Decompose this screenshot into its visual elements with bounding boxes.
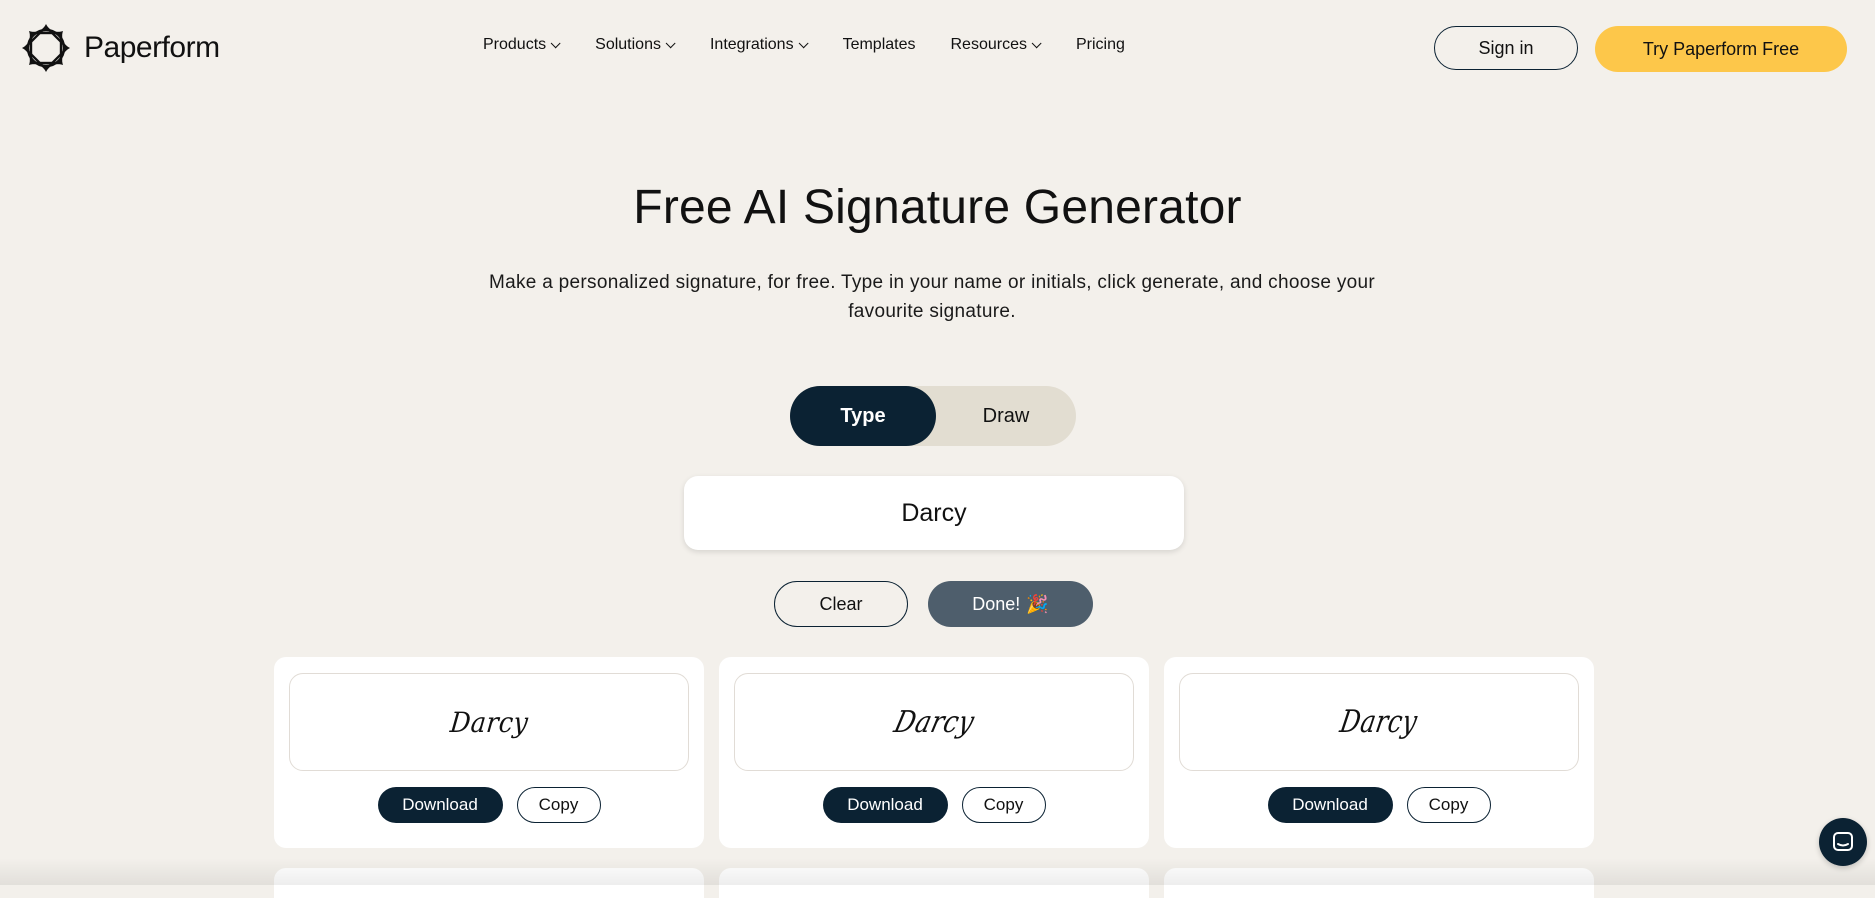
clear-button[interactable]: Clear — [774, 581, 908, 627]
download-button[interactable]: Download — [822, 787, 948, 823]
signature-text: Darcy — [448, 705, 530, 739]
chat-launcher-button[interactable] — [1819, 818, 1867, 866]
download-button[interactable]: Download — [1267, 787, 1393, 823]
nav-templates[interactable]: Templates — [843, 36, 916, 54]
done-button[interactable]: Done! 🎉 — [928, 581, 1093, 627]
signature-card-partial — [274, 868, 704, 898]
signature-preview: Darcy — [734, 673, 1134, 771]
signature-preview: Darcy — [1179, 673, 1579, 771]
signature-card: Darcy Download Copy — [1164, 657, 1594, 848]
signature-preview: Darcy — [289, 673, 689, 771]
page-subtitle: Make a personalized signature, for free.… — [488, 272, 1375, 322]
nav-solutions-label: Solutions — [595, 36, 661, 53]
nav-integrations[interactable]: Integrations — [709, 36, 809, 54]
signature-actions: Download Copy — [274, 787, 704, 823]
party-popper-icon: 🎉 — [1026, 593, 1049, 614]
paperform-logo[interactable]: Paperform — [20, 22, 220, 74]
nav-integrations-label: Integrations — [709, 36, 794, 53]
nav-resources[interactable]: Resources — [950, 36, 1042, 54]
tab-draw[interactable]: Draw — [936, 386, 1076, 446]
nav-products[interactable]: Products — [483, 36, 561, 54]
signature-text: Darcy — [890, 704, 978, 740]
paperform-logo-icon — [22, 24, 70, 72]
signature-card: Darcy Download Copy — [719, 657, 1149, 848]
logo-text: Paperform — [84, 31, 220, 64]
nav-resources-label: Resources — [950, 36, 1027, 53]
copy-button[interactable]: Copy — [961, 787, 1046, 823]
signature-actions: Download Copy — [719, 787, 1149, 823]
chevron-down-icon — [665, 37, 676, 48]
mode-toggle: Type Draw — [790, 386, 1076, 446]
signature-card-partial — [1164, 868, 1594, 898]
chevron-down-icon — [1031, 37, 1042, 48]
sign-in-button[interactable]: Sign in — [1434, 26, 1578, 70]
nav-templates-label: Templates — [842, 36, 916, 53]
signature-text: Darcy — [1337, 704, 1421, 740]
copy-button[interactable]: Copy — [1406, 787, 1491, 823]
done-button-label: Done! — [972, 593, 1021, 614]
page-title: Free AI Signature Generator — [633, 181, 1242, 234]
download-button[interactable]: Download — [377, 787, 503, 823]
copy-button[interactable]: Copy — [516, 787, 601, 823]
chevron-down-icon — [798, 37, 809, 48]
main-nav: Products Solutions Integrations Template… — [483, 36, 1125, 54]
signature-card: Darcy Download Copy — [274, 657, 704, 848]
nav-solutions[interactable]: Solutions — [595, 36, 676, 54]
nav-pricing[interactable]: Pricing — [1076, 36, 1125, 54]
site-header: Paperform Products Solutions Integration… — [0, 0, 1875, 98]
try-free-button[interactable]: Try Paperform Free — [1595, 26, 1847, 72]
chevron-down-icon — [550, 37, 561, 48]
nav-pricing-label: Pricing — [1075, 36, 1125, 53]
signature-card-partial — [719, 868, 1149, 898]
tab-type[interactable]: Type — [790, 386, 936, 446]
name-input[interactable] — [684, 476, 1184, 550]
nav-products-label: Products — [483, 36, 547, 53]
chat-icon — [1833, 832, 1853, 851]
signature-actions: Download Copy — [1164, 787, 1594, 823]
